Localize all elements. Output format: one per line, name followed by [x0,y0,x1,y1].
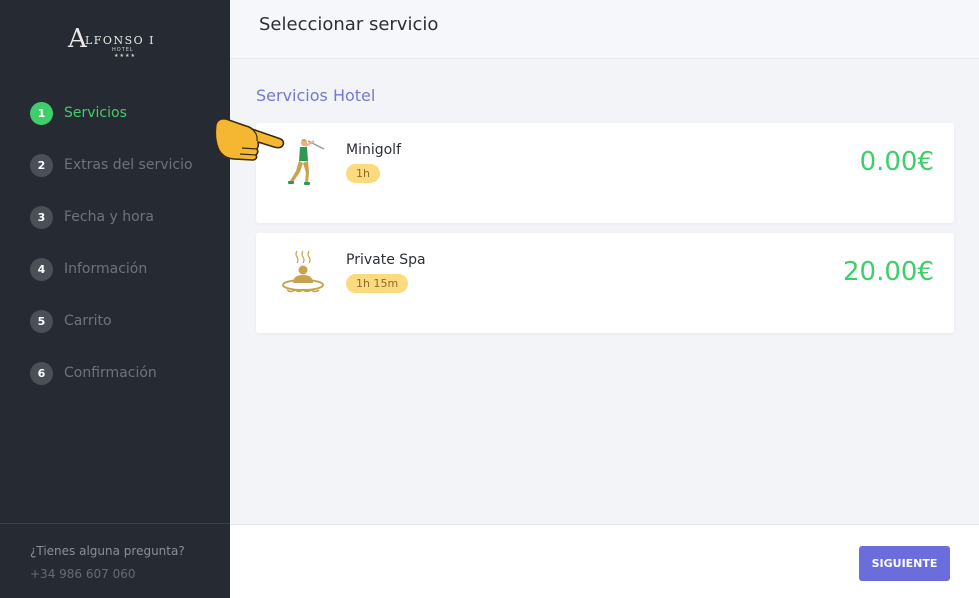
step-label: Fecha y hora [64,209,155,225]
hotel-logo: A LFONSO I HOTEL ★★★★ [68,24,160,60]
step-servicios[interactable]: 1 Servicios [30,101,193,125]
step-number: 4 [30,257,53,281]
page-footer: SIGUIENTE [230,524,979,598]
step-label: Servicios [64,105,127,121]
logo-stars: ★★★★ [114,53,136,59]
service-card-private-spa[interactable]: Private Spa 1h 15m 20.00€ [256,233,954,333]
duration-badge: 1h 15m [346,274,409,293]
step-label: Confirmación [64,365,157,381]
sidebar: A LFONSO I HOTEL ★★★★ 1 Servicios 2 Extr… [0,0,230,598]
page-header: Seleccionar servicio [230,0,979,59]
step-number: 3 [30,205,53,229]
step-informacion[interactable]: 4 Información [30,257,193,281]
step-number: 2 [30,153,53,177]
help-phone[interactable]: +34 986 607 060 [30,567,230,581]
service-name: Minigolf [346,142,402,158]
step-number: 5 [30,309,53,333]
step-number: 1 [30,101,53,125]
duration-badge: 1h [346,164,380,183]
page-title: Seleccionar servicio [259,14,439,35]
service-card-minigolf[interactable]: Minigolf 1h 0.00€ [256,123,954,223]
spa-icon [282,250,324,293]
step-extras-del-servicio[interactable]: 2 Extras del servicio [30,153,193,177]
step-number: 6 [30,361,53,385]
step-label: Carrito [64,313,112,329]
next-button[interactable]: SIGUIENTE [859,546,950,581]
step-label: Información [64,261,148,277]
help-question: ¿Tienes alguna pregunta? [30,544,185,558]
step-carrito[interactable]: 5 Carrito [30,309,193,333]
service-price: 0.00€ [859,147,934,177]
section-title: Servicios Hotel [256,86,376,105]
service-price: 20.00€ [843,257,934,287]
logo-name: LFONSO I [85,34,155,47]
step-confirmacion[interactable]: 6 Confirmación [30,361,193,385]
logo-initial: A [68,24,87,54]
step-fecha-y-hora[interactable]: 3 Fecha y hora [30,205,193,229]
step-label: Extras del servicio [64,157,193,173]
pointing-hand-icon [214,118,285,161]
steps-nav: 1 Servicios 2 Extras del servicio 3 Fech… [30,101,193,414]
service-name: Private Spa [346,252,426,268]
sidebar-contact: ¿Tienes alguna pregunta? +34 986 607 060 [0,523,230,598]
